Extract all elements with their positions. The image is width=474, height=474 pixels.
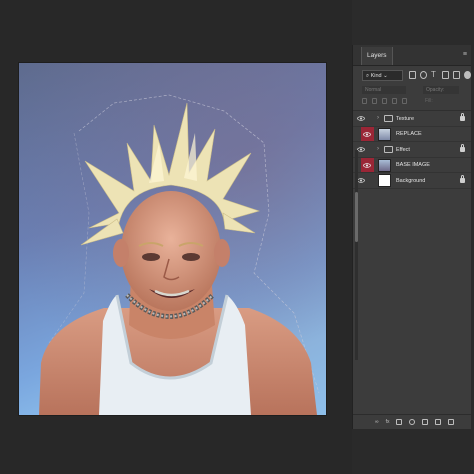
adjustment-filter-icon[interactable] (420, 71, 427, 79)
visibility-eye-icon[interactable] (363, 162, 371, 168)
filter-toggle-icon[interactable] (464, 71, 471, 79)
panel-scrollbar[interactable] (355, 150, 358, 360)
layer-thumbnail (378, 127, 391, 141)
panel-dock-top (352, 0, 474, 45)
folder-icon (384, 115, 393, 122)
layers-panel: Layers ≡ ⌕ Kind ⌄ T Normal Opacity: Fill… (352, 45, 471, 429)
lock-artboard-icon[interactable] (392, 98, 397, 104)
lock-icon (460, 113, 465, 121)
chevron-right-icon[interactable]: › (377, 146, 379, 152)
lock-position-icon[interactable] (382, 98, 387, 104)
opacity-field[interactable]: Opacity: (423, 86, 459, 94)
group-icon[interactable] (422, 419, 429, 425)
layer-row-background[interactable]: Background (353, 173, 471, 189)
layer-name: REPLACE (396, 131, 422, 137)
mask-icon[interactable] (396, 419, 403, 425)
layer-color-tag (361, 126, 374, 141)
type-filter-icon[interactable]: T (431, 71, 438, 79)
new-layer-icon[interactable] (435, 419, 442, 425)
shape-filter-icon[interactable] (442, 71, 449, 79)
document-canvas[interactable] (18, 62, 327, 416)
fill-field[interactable]: Fill: (425, 98, 433, 104)
panel-footer: ∞ fx (353, 414, 471, 429)
scrollbar-thumb[interactable] (355, 192, 358, 242)
layer-thumbnail (378, 158, 391, 172)
layer-name: Texture (396, 115, 415, 122)
layer-list: › Texture REPLACE › Effect BASE IMAGE Ba… (353, 110, 471, 189)
chevron-right-icon[interactable]: › (377, 115, 379, 121)
layer-row-base-image[interactable]: BASE IMAGE (353, 157, 471, 173)
panel-tab-row: Layers ≡ (353, 45, 471, 66)
layer-row-texture[interactable]: › Texture (353, 111, 471, 127)
filter-icons: T (409, 71, 471, 79)
filter-row: ⌕ Kind ⌄ T (353, 68, 471, 84)
folder-icon (384, 146, 393, 153)
layer-row-replace[interactable]: REPLACE (353, 126, 471, 142)
blend-mode-select[interactable]: Normal (362, 86, 406, 94)
lock-icon (460, 175, 465, 183)
lock-icon (460, 144, 465, 152)
lock-all-icon[interactable] (402, 98, 407, 104)
tab-layers[interactable]: Layers (361, 47, 393, 65)
lock-row: Fill: (353, 96, 471, 108)
layer-name: BASE IMAGE (396, 162, 430, 168)
lock-transparent-icon[interactable] (362, 98, 367, 104)
blend-row: Normal Opacity: (353, 84, 471, 96)
visibility-eye-icon[interactable] (363, 131, 371, 137)
smart-object-filter-icon[interactable] (453, 71, 460, 79)
panel-menu-icon[interactable]: ≡ (463, 51, 467, 58)
adjustment-icon[interactable] (409, 419, 416, 425)
filter-kind-select[interactable]: ⌕ Kind ⌄ (362, 70, 403, 81)
layer-thumbnail (378, 174, 391, 187)
visibility-eye-icon[interactable] (355, 111, 367, 126)
filter-kind-value: Kind (370, 73, 382, 79)
layer-name: Effect (396, 146, 410, 153)
layer-color-tag (361, 157, 374, 172)
link-icon[interactable]: ∞ (375, 419, 379, 425)
layer-row-effect[interactable]: › Effect (353, 142, 471, 158)
trash-icon[interactable] (448, 419, 455, 425)
lock-pixels-icon[interactable] (372, 98, 377, 104)
portrait-image (19, 63, 326, 415)
layer-name: Background (396, 177, 426, 184)
pixel-filter-icon[interactable] (409, 71, 416, 79)
fx-icon[interactable]: fx (386, 419, 390, 425)
canvas-area[interactable] (0, 0, 352, 474)
